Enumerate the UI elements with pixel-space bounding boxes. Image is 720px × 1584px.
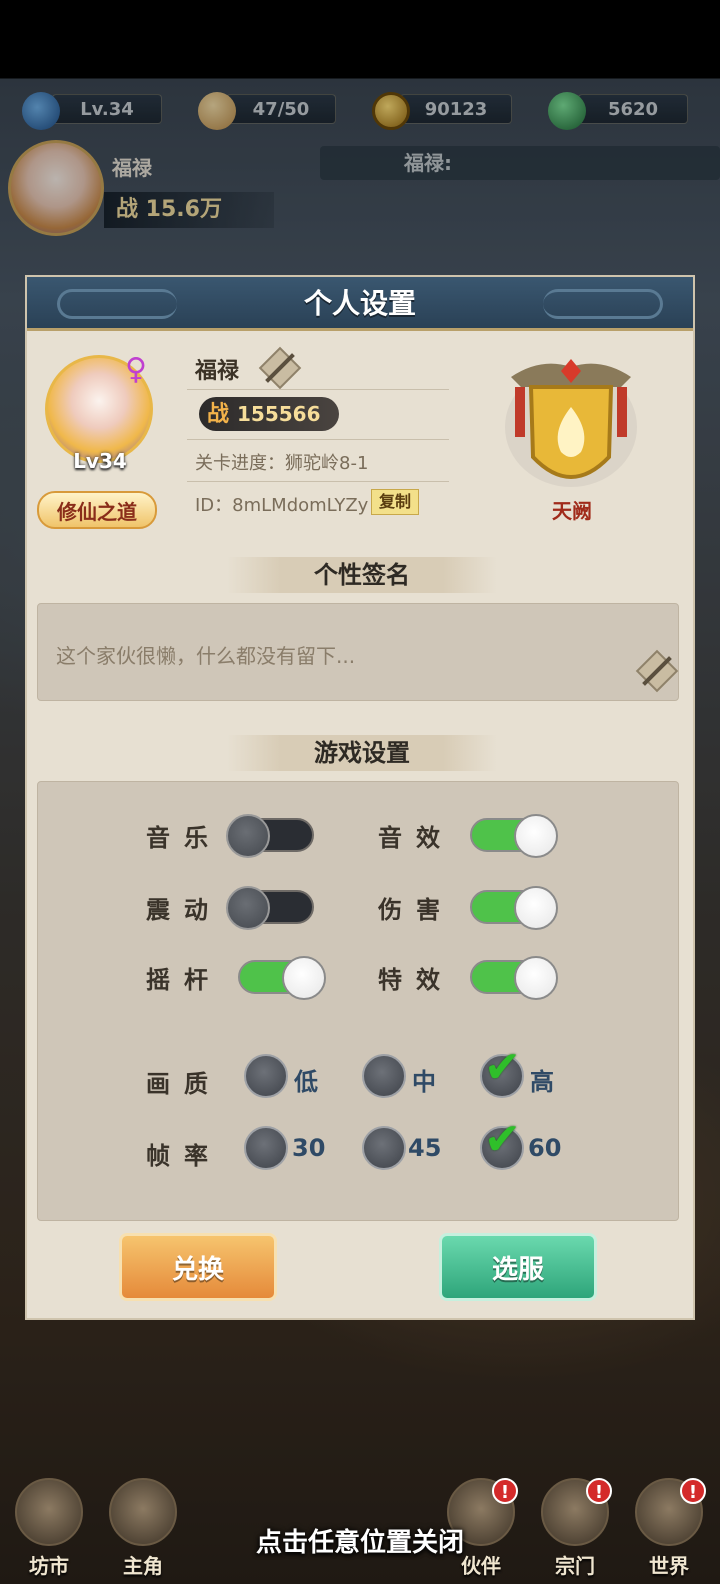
quality-high-label: 高 — [530, 1068, 554, 1096]
sect-emblem-icon[interactable] — [501, 347, 641, 507]
alert-badge: ! — [492, 1478, 518, 1504]
profile-level: Lv34 — [73, 449, 127, 473]
framerate-30-label: 30 — [292, 1134, 326, 1162]
player-id: ID：8mLMdomLYZy — [195, 495, 369, 516]
checkmark-icon: ✔ — [484, 1042, 521, 1093]
power-label: 战 — [207, 402, 230, 427]
personal-settings-dialog: 个人设置 ♀ Lv34 修仙之道 福禄 战 155566 关卡进度：狮驼岭8-1 … — [25, 275, 695, 1320]
toggle-knob — [514, 956, 558, 1000]
cloud-ornament-right — [543, 289, 663, 319]
quality-low-radio[interactable] — [244, 1054, 288, 1098]
vibration-label: 震动 — [146, 896, 222, 924]
toggle-knob — [282, 956, 326, 1000]
select-server-button[interactable]: 选服 — [439, 1233, 597, 1301]
dao-badge[interactable]: 修仙之道 — [37, 491, 157, 529]
quality-mid-radio[interactable] — [362, 1054, 406, 1098]
framerate-45-radio[interactable] — [362, 1126, 406, 1170]
damage-label: 伤害 — [378, 896, 454, 924]
edit-name-icon[interactable] — [258, 346, 302, 390]
stage-progress: 关卡进度：狮驼岭8-1 — [195, 453, 369, 474]
toggle-knob — [226, 886, 270, 930]
framerate-30-radio[interactable] — [244, 1126, 288, 1170]
exchange-button[interactable]: 兑换 — [119, 1233, 277, 1301]
framerate-label: 帧率 — [146, 1142, 222, 1170]
toggle-knob — [514, 886, 558, 930]
dialog-title: 个人设置 — [303, 287, 416, 320]
signature-text: 这个家伙很懒，什么都没有留下... — [56, 644, 356, 668]
power-value: 155566 — [237, 402, 321, 426]
sound-effect-toggle[interactable] — [470, 814, 558, 858]
joystick-label: 摇杆 — [146, 966, 222, 994]
damage-toggle[interactable] — [470, 886, 558, 930]
female-icon: ♀ — [125, 352, 147, 387]
close-hint: 点击任意位置关闭 — [255, 1528, 464, 1558]
quality-label: 画质 — [146, 1070, 222, 1098]
toggle-knob — [514, 814, 558, 858]
signature-panel[interactable]: 这个家伙很懒，什么都没有留下... — [37, 603, 679, 701]
quality-high-radio[interactable]: ✔ — [480, 1042, 524, 1098]
sect-name: 天阙 — [552, 499, 592, 523]
alert-badge: ! — [680, 1478, 706, 1504]
profile-power: 战 155566 — [199, 397, 339, 431]
vibration-toggle[interactable] — [226, 886, 314, 930]
quality-low-label: 低 — [294, 1068, 318, 1096]
divider — [187, 481, 449, 482]
settings-panel: 音乐 音效 震动 伤害 摇杆 特效 画质 低 中 ✔ 高 帧率 30 45 ✔ … — [37, 781, 679, 1221]
divider — [187, 389, 449, 390]
profile-name: 福禄 — [195, 359, 240, 384]
toggle-knob — [226, 814, 270, 858]
copy-id-button[interactable]: 复制 — [371, 489, 419, 515]
music-label: 音乐 — [146, 824, 222, 852]
dialog-title-bar: 个人设置 — [27, 277, 693, 331]
effects-toggle[interactable] — [470, 956, 558, 1000]
joystick-toggle[interactable] — [238, 956, 326, 1000]
quality-mid-label: 中 — [412, 1068, 436, 1096]
framerate-45-label: 45 — [408, 1134, 442, 1162]
framerate-60-radio[interactable]: ✔ — [480, 1114, 524, 1170]
sound-effect-label: 音效 — [378, 824, 454, 852]
music-toggle[interactable] — [226, 814, 314, 858]
signature-header: 个性签名 — [227, 557, 497, 593]
settings-header: 游戏设置 — [227, 735, 497, 771]
cloud-ornament-left — [57, 289, 177, 319]
checkmark-icon: ✔ — [484, 1114, 521, 1165]
divider — [187, 439, 449, 440]
effects-label: 特效 — [378, 966, 454, 994]
alert-badge: ! — [586, 1478, 612, 1504]
edit-signature-icon[interactable] — [635, 649, 679, 693]
framerate-60-label: 60 — [528, 1134, 562, 1162]
